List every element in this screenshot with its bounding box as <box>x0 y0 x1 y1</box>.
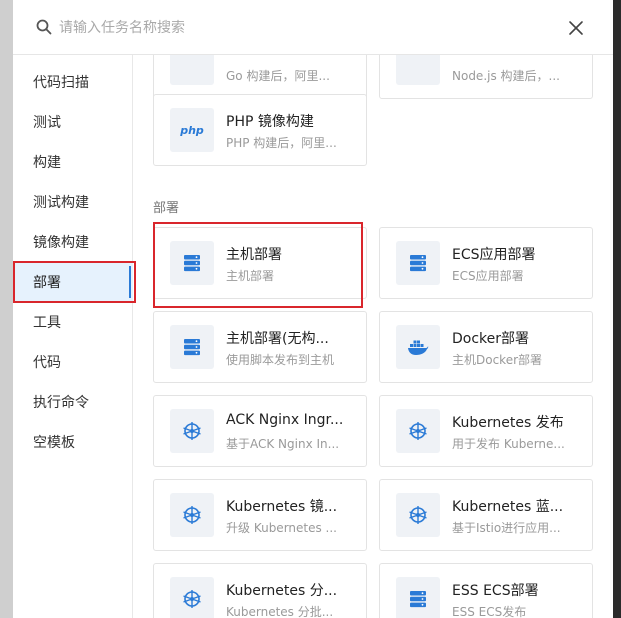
task-card-title: ECS应用部署 <box>452 247 536 263</box>
sidebar-item-tools[interactable]: 工具 <box>13 302 133 342</box>
search-bar <box>13 0 613 55</box>
task-card-kubernetes-batch[interactable]: Kubernetes 分... Kubernetes 分批... <box>153 563 367 618</box>
selection-highlight-deploy-category <box>13 261 136 303</box>
kubernetes-icon <box>170 493 214 537</box>
task-card-ecs-deploy[interactable]: ECS应用部署 ECS应用部署 <box>379 227 593 299</box>
php-icon-text: php <box>180 123 204 137</box>
task-icon-box <box>170 55 214 85</box>
sidebar-item-test[interactable]: 测试 <box>13 102 133 142</box>
task-card-desc: Node.js 构建后，... <box>452 69 560 83</box>
server-icon <box>396 577 440 618</box>
sidebar-item-test-build[interactable]: 测试构建 <box>13 182 133 222</box>
docker-icon <box>396 325 440 369</box>
task-card-desc: 主机Docker部署 <box>452 353 543 367</box>
task-card-desc: 升级 Kubernetes ... <box>226 521 338 535</box>
task-card-title: Kubernetes 镜... <box>226 499 338 515</box>
task-card-desc: 基于Istio进行应用... <box>452 521 561 535</box>
task-card-title: 主机部署 <box>226 247 282 263</box>
sidebar-item-empty-template[interactable]: 空模板 <box>13 422 133 462</box>
kubernetes-icon <box>396 409 440 453</box>
background-left <box>0 0 13 618</box>
kubernetes-icon <box>396 493 440 537</box>
task-card-title: Kubernetes 分... <box>226 583 338 599</box>
sidebar-item-code[interactable]: 代码 <box>13 342 133 382</box>
close-icon[interactable] <box>566 18 586 38</box>
task-card-php-image-build[interactable]: php PHP 镜像构建 PHP 构建后，阿里... <box>153 94 367 166</box>
category-sidebar: 代码扫描 测试 构建 测试构建 镜像构建 部署 工具 代码 执行命令 空模板 <box>13 55 133 618</box>
task-card-kubernetes-release[interactable]: Kubernetes 发布 用于发布 Kuberne... <box>379 395 593 467</box>
task-card-desc: 使用脚本发布到主机 <box>226 353 335 367</box>
task-card-desc: Go 构建后，阿里... <box>226 69 330 83</box>
task-list: Go 构建后，阿里... Node.js 构建后，... php PHP 镜像构… <box>133 55 613 618</box>
task-card-title: 主机部署(无构... <box>226 331 329 347</box>
task-card-host-deploy[interactable]: 主机部署 主机部署 <box>153 227 367 299</box>
task-card-kubernetes-blue-green[interactable]: Kubernetes 蓝... 基于Istio进行应用... <box>379 479 593 551</box>
sidebar-item-image-build[interactable]: 镜像构建 <box>13 222 133 262</box>
task-card-go-image-build[interactable]: Go 构建后，阿里... <box>153 55 367 99</box>
kubernetes-icon <box>170 409 214 453</box>
task-picker-dialog: 代码扫描 测试 构建 测试构建 镜像构建 部署 工具 代码 执行命令 空模板 G… <box>13 0 613 618</box>
task-card-title: ESS ECS部署 <box>452 583 539 599</box>
task-card-title: Kubernetes 蓝... <box>452 499 564 515</box>
server-icon <box>170 325 214 369</box>
php-icon: php <box>170 108 214 152</box>
sidebar-item-code-scan[interactable]: 代码扫描 <box>13 62 133 102</box>
section-title-deploy: 部署 <box>153 201 180 216</box>
server-icon <box>170 241 214 285</box>
search-icon <box>36 19 52 35</box>
task-card-desc: ECS应用部署 <box>452 269 524 283</box>
task-card-desc: 用于发布 Kuberne... <box>452 437 565 451</box>
task-card-nodejs-image-build[interactable]: Node.js 构建后，... <box>379 55 593 99</box>
kubernetes-icon <box>170 577 214 618</box>
task-card-desc: Kubernetes 分批... <box>226 605 334 618</box>
task-card-desc: 基于ACK Nginx In... <box>226 437 340 451</box>
task-card-title: PHP 镜像构建 <box>226 114 314 130</box>
search-input[interactable] <box>59 16 519 40</box>
task-card-desc: ESS ECS发布 <box>452 605 527 618</box>
task-card-kubernetes-image-upgrade[interactable]: Kubernetes 镜... 升级 Kubernetes ... <box>153 479 367 551</box>
task-card-desc: 主机部署 <box>226 269 275 283</box>
sidebar-item-run-command[interactable]: 执行命令 <box>13 382 133 422</box>
task-card-title: Kubernetes 发布 <box>452 415 564 431</box>
task-card-title: Docker部署 <box>452 331 530 347</box>
task-card-host-deploy-no-build[interactable]: 主机部署(无构... 使用脚本发布到主机 <box>153 311 367 383</box>
server-icon <box>396 241 440 285</box>
task-icon-box <box>396 55 440 85</box>
task-card-title: ACK Nginx Ingr... <box>226 412 344 428</box>
task-card-ess-ecs-deploy[interactable]: ESS ECS部署 ESS ECS发布 <box>379 563 593 618</box>
task-card-desc: PHP 构建后，阿里... <box>226 136 337 150</box>
task-card-ack-nginx-ingress[interactable]: ACK Nginx Ingr... 基于ACK Nginx In... <box>153 395 367 467</box>
screen: 代码扫描 测试 构建 测试构建 镜像构建 部署 工具 代码 执行命令 空模板 G… <box>0 0 621 618</box>
task-card-docker-deploy[interactable]: Docker部署 主机Docker部署 <box>379 311 593 383</box>
sidebar-item-build[interactable]: 构建 <box>13 142 133 182</box>
background-right <box>613 0 621 618</box>
